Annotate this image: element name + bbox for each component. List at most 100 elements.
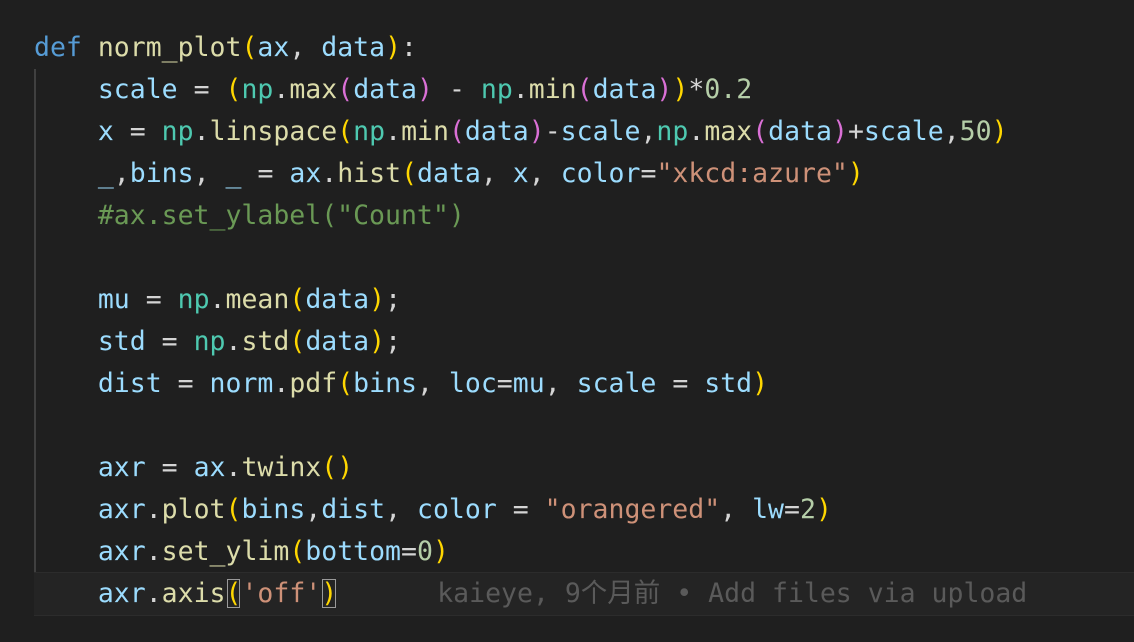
code-token: data [464, 116, 529, 147]
code-token: - [432, 74, 481, 105]
git-blame-annotation: kaieye, 9个月前 • Add files via upload [437, 578, 1028, 609]
code-token: , [544, 368, 577, 399]
code-token: ; [385, 326, 402, 357]
code-token: set_ylim [161, 536, 290, 567]
code-token: , [943, 116, 960, 147]
code-line[interactable]: #ax.set_ylabel("Count") [34, 195, 1134, 237]
code-editor[interactable]: def norm_plot(ax, data): scale = (np.max… [0, 0, 1134, 642]
code-token: x [97, 116, 114, 147]
code-token: norm_plot [97, 32, 242, 63]
code-token: dist [321, 494, 386, 525]
code-token: min [401, 116, 449, 147]
code-token: = [145, 452, 194, 483]
code-token: data [305, 284, 370, 315]
code-token: , [385, 494, 418, 525]
code-line[interactable]: axr.plot(bins,dist, color = "orangered",… [34, 489, 1134, 531]
code-token: np [161, 116, 194, 147]
code-token: x [512, 158, 529, 189]
code-token: ) [417, 74, 433, 105]
code-token: . [225, 326, 242, 357]
code-token: , [289, 32, 322, 63]
code-token: loc [448, 368, 497, 399]
code-token: axr [97, 578, 146, 609]
code-token: = [129, 284, 178, 315]
code-line[interactable]: std = np.std(data); [34, 321, 1134, 363]
code-line[interactable]: def norm_plot(ax, data): [34, 27, 1134, 69]
code-token: mean [225, 284, 290, 315]
code-token: def [34, 32, 82, 63]
code-token: - [544, 116, 561, 147]
code-line[interactable]: axr = ax.twinx() [34, 447, 1134, 489]
code-token: ) [528, 116, 545, 147]
code-line[interactable]: dist = norm.pdf(bins, loc=mu, scale = st… [34, 363, 1134, 405]
code-token: np [353, 116, 386, 147]
code-token: ) [831, 116, 848, 147]
code-token: ) [815, 494, 832, 525]
code-token: = [161, 368, 210, 399]
code-token: data [353, 74, 418, 105]
code-token: bins [353, 368, 417, 399]
code-token: ( [752, 116, 769, 147]
code-token: mu [512, 368, 545, 399]
code-line[interactable]: mu = np.mean(data); [34, 279, 1134, 321]
code-token: linspace [209, 116, 338, 147]
code-line[interactable]: x = np.linspace(np.min(data)-scale,np.ma… [34, 111, 1134, 153]
code-token: np [241, 74, 274, 105]
code-line[interactable]: _,bins, _ = ax.hist(data, x, color="xkcd… [34, 153, 1134, 195]
code-token: . [512, 74, 529, 105]
code-token: ) [991, 116, 1008, 147]
code-token: min [528, 74, 577, 105]
code-token: pdf [289, 368, 338, 399]
code-token: bins [241, 494, 306, 525]
code-token: scale [97, 74, 178, 105]
code-token: mu [97, 284, 130, 315]
code-token: ) [337, 452, 354, 483]
code-token: _ [97, 158, 114, 189]
code-token: . [145, 578, 162, 609]
code-token: scale [576, 368, 657, 399]
code-token: ( [241, 32, 258, 63]
code-token: , [528, 158, 561, 189]
code-token: 0.2 [704, 74, 753, 105]
code-token: = [177, 74, 226, 105]
code-token: = [640, 158, 657, 189]
code-line[interactable] [34, 405, 1134, 447]
code-token: ( [337, 368, 354, 399]
code-token: np [480, 74, 513, 105]
code-token: ( [576, 74, 593, 105]
code-token: = [401, 536, 417, 567]
code-token: . [385, 116, 402, 147]
code-token: . [225, 452, 242, 483]
code-token: ( [225, 494, 242, 525]
code-token: axr [97, 536, 146, 567]
code-token: ) [369, 326, 386, 357]
code-token: norm [209, 368, 274, 399]
code-token: ax [193, 452, 226, 483]
code-token: ( [289, 536, 306, 567]
code-line[interactable]: scale = (np.max(data) - np.min(data))*0.… [34, 69, 1134, 111]
code-token: 0 [416, 536, 433, 567]
code-token: . [688, 116, 705, 147]
code-token: . [193, 116, 210, 147]
code-token: = [784, 494, 800, 525]
code-token: max [704, 116, 753, 147]
code-line[interactable] [34, 237, 1134, 279]
code-line[interactable]: axr.axis('off') kaieye, 9个月前 • Add files … [34, 572, 1134, 616]
code-token: ( [401, 158, 418, 189]
code-token: data [305, 326, 370, 357]
code-token: ax [257, 32, 290, 63]
code-line[interactable]: axr.set_ylim(bottom=0) [34, 531, 1134, 573]
code-token: ( [337, 116, 354, 147]
code-token: ) [432, 536, 449, 567]
code-token: np [177, 284, 210, 315]
code-token: axis [161, 578, 226, 609]
code-token: = [496, 494, 545, 525]
code-area[interactable]: def norm_plot(ax, data): scale = (np.max… [34, 27, 1134, 616]
